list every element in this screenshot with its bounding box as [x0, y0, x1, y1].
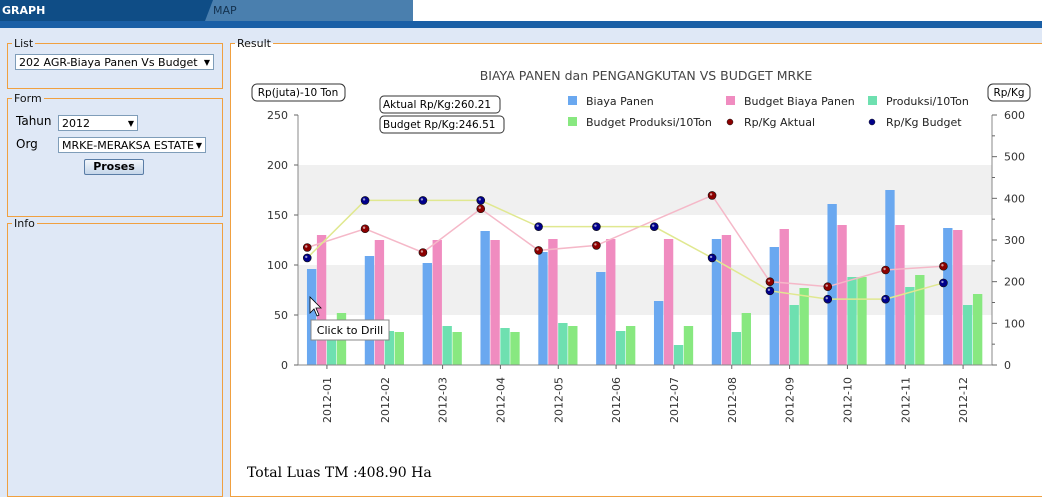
org-label: Org	[16, 137, 38, 151]
chevron-down-icon[interactable]: ▼	[204, 55, 210, 69]
info-panel-title: Info	[14, 217, 35, 230]
list-panel-title: List	[14, 37, 34, 50]
result-panel-title: Result	[237, 37, 271, 50]
report-select[interactable]: 202 AGR-Biaya Panen Vs Budget ▼	[15, 54, 214, 70]
info-panel: Info	[7, 217, 223, 497]
tab-graph[interactable]: GRAPH	[0, 0, 205, 21]
proses-button[interactable]: Proses	[84, 159, 144, 175]
org-select[interactable]: MRKE-MERAKSA ESTATE ▼	[58, 137, 206, 153]
tab-bar: GRAPH MAP	[0, 0, 1042, 21]
tab-map[interactable]: MAP	[205, 0, 413, 21]
result-panel: Result	[230, 37, 1042, 497]
chevron-down-icon[interactable]: ▼	[128, 116, 134, 130]
tahun-label: Tahun	[16, 114, 52, 128]
tab-strip-divider	[0, 21, 1042, 28]
org-select-value: MRKE-MERAKSA ESTATE	[62, 139, 194, 152]
total-luas: Total Luas TM :408.90 Ha	[247, 465, 432, 481]
form-panel: Form Tahun 2012 ▼ Org MRKE-MERAKSA ESTAT…	[7, 92, 223, 217]
report-select-value: 202 AGR-Biaya Panen Vs Budget	[19, 56, 198, 69]
tahun-select[interactable]: 2012 ▼	[58, 115, 138, 131]
list-panel: List 202 AGR-Biaya Panen Vs Budget ▼	[7, 37, 223, 89]
tahun-select-value: 2012	[62, 117, 90, 130]
chevron-down-icon[interactable]: ▼	[196, 138, 202, 152]
form-panel-title: Form	[14, 92, 42, 105]
